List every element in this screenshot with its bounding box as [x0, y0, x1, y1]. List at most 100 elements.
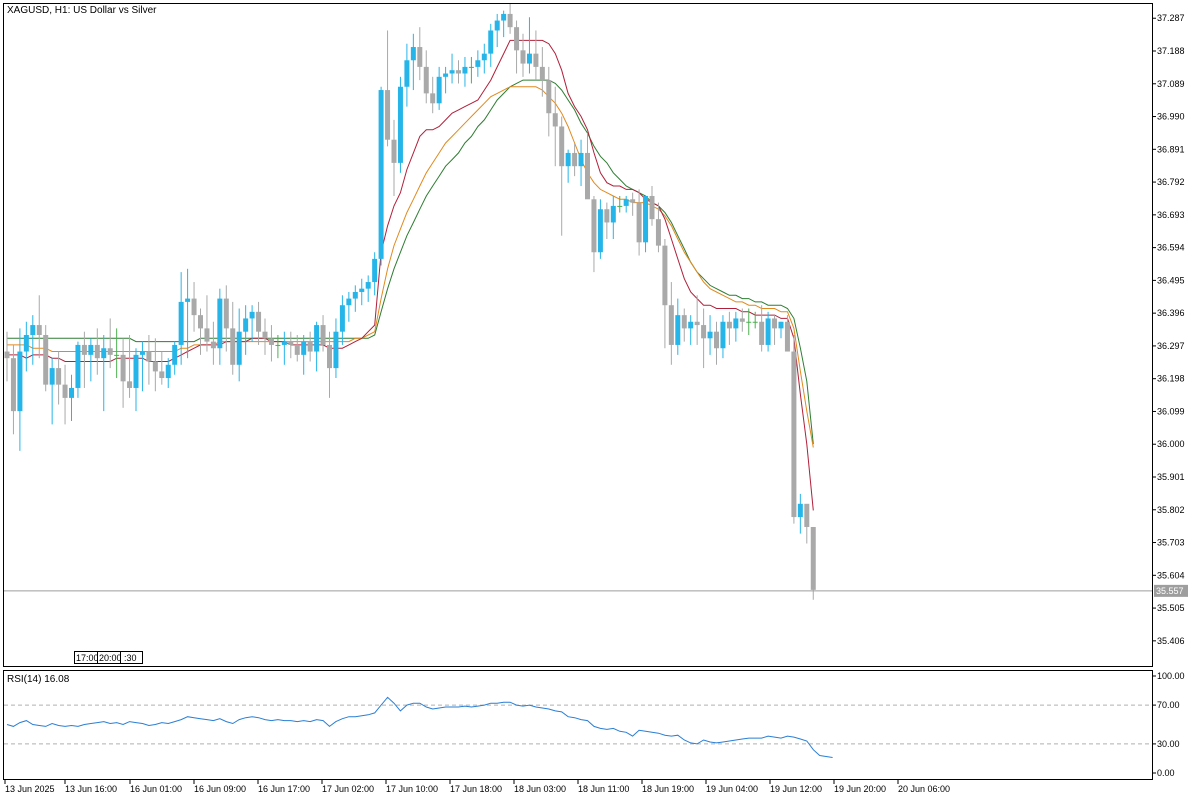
candle-body [249, 311, 255, 319]
chart-canvas: 35.557 37.287 37.188 37.089 36.990 36.891 36.… [3, 3, 1188, 794]
price-tick-label: 37.089 [1157, 79, 1185, 89]
candle-body [346, 298, 352, 306]
candle-body [10, 358, 16, 412]
time-stamp-3: :30 [124, 653, 137, 663]
candle-body [610, 205, 616, 223]
candle-body [139, 351, 145, 355]
candle-body [739, 318, 745, 322]
price-tick-label: 36.792 [1157, 177, 1185, 187]
candle-body [475, 60, 481, 67]
rsi-axis: 100.00 70.00 30.00 0.00 [1152, 671, 1185, 778]
candle-body [294, 344, 300, 355]
candle-body [94, 344, 100, 359]
time-stamp-1: 17:00 [76, 653, 99, 663]
candle-body [223, 298, 229, 329]
candle-body [552, 113, 558, 127]
price-tick-label: 36.891 [1157, 144, 1185, 154]
candle-body [127, 381, 133, 388]
price-tick-label: 35.802 [1157, 505, 1185, 515]
candle-body [107, 348, 113, 355]
candle-body [281, 341, 287, 345]
candle-body [507, 13, 513, 28]
candle-body [572, 152, 578, 167]
candle-body [165, 364, 171, 379]
candle-body [630, 199, 636, 203]
time-label-stamps: 17:00 20:00 :30 [74, 651, 143, 664]
candle-body [4, 351, 10, 359]
candle-body [546, 80, 552, 114]
candle-body [217, 298, 223, 349]
time-tick-label: 18 Jun 19:00 [642, 784, 694, 794]
candle-body [172, 344, 178, 365]
candle-body [333, 331, 339, 369]
candle-body [514, 27, 520, 51]
candle-body [456, 70, 461, 74]
candle-body [707, 331, 713, 339]
time-tick-label: 18 Jun 03:00 [514, 784, 566, 794]
candle-body [752, 321, 758, 323]
candle-body [733, 318, 739, 329]
time-tick-label: 19 Jun 04:00 [706, 784, 758, 794]
candle-body [243, 318, 249, 332]
candle-body [352, 291, 358, 299]
candle-body [152, 361, 158, 372]
time-tick-label: 19 Jun 12:00 [770, 784, 822, 794]
candle-body [262, 331, 268, 339]
candle-body [256, 311, 262, 332]
price-tick-label: 36.000 [1157, 439, 1185, 449]
candle-body [559, 126, 565, 167]
candle-body [694, 321, 700, 326]
candle-body [617, 205, 623, 207]
candle-body [597, 209, 603, 253]
candle-body [443, 73, 449, 77]
candle-body [436, 76, 442, 104]
time-tick-label: 13 Jun 2025 [5, 784, 55, 794]
candle-body [404, 60, 410, 87]
time-stamp-2: 20:00 [99, 653, 122, 663]
candle-body [210, 341, 216, 349]
price-tick-label: 36.396 [1157, 308, 1185, 318]
candle-body [204, 328, 210, 342]
candle-body [488, 30, 494, 54]
candle-body [23, 335, 29, 352]
candle-body [778, 321, 784, 329]
time-tick-label: 13 Jun 16:00 [65, 784, 117, 794]
time-tick-label: 18 Jun 11:00 [578, 784, 629, 794]
candle-body [198, 315, 203, 329]
price-tick-label: 35.703 [1157, 538, 1185, 548]
candle-body [365, 282, 371, 289]
price-tick-label: 36.594 [1157, 243, 1185, 253]
candle-body [275, 344, 281, 346]
candle-body [501, 13, 507, 21]
price-tick-label: 37.287 [1157, 13, 1185, 23]
candle-body [565, 152, 571, 167]
candle-body [114, 354, 120, 356]
candle-body [43, 335, 49, 385]
candle-body [765, 318, 771, 345]
price-tick-label: 36.198 [1157, 374, 1185, 384]
price-tick-label: 36.990 [1157, 112, 1185, 122]
time-tick-label: 17 Jun 18:00 [450, 784, 502, 794]
candle-body [372, 258, 378, 283]
candle-body [688, 321, 694, 329]
candle-body [81, 344, 87, 355]
time-tick-label: 16 Jun 01:00 [130, 784, 182, 794]
candle-body [759, 321, 765, 345]
candle-body [320, 325, 326, 345]
time-tick-label: 17 Jun 10:00 [386, 784, 438, 794]
candle-body [604, 209, 610, 223]
candle-body [230, 328, 236, 365]
candle-body [636, 202, 642, 243]
candle-body [49, 368, 55, 385]
candle-body [307, 341, 313, 352]
candle-body [159, 371, 165, 379]
candle-body [714, 331, 719, 349]
candle-body [585, 152, 590, 200]
price-tick-label: 35.901 [1157, 472, 1185, 482]
candle-body [327, 344, 332, 369]
price-tick-label: 35.406 [1157, 636, 1185, 646]
candle-body [62, 384, 68, 398]
candle-body [69, 387, 74, 398]
candle-body [539, 66, 545, 81]
candle-body [675, 315, 681, 345]
